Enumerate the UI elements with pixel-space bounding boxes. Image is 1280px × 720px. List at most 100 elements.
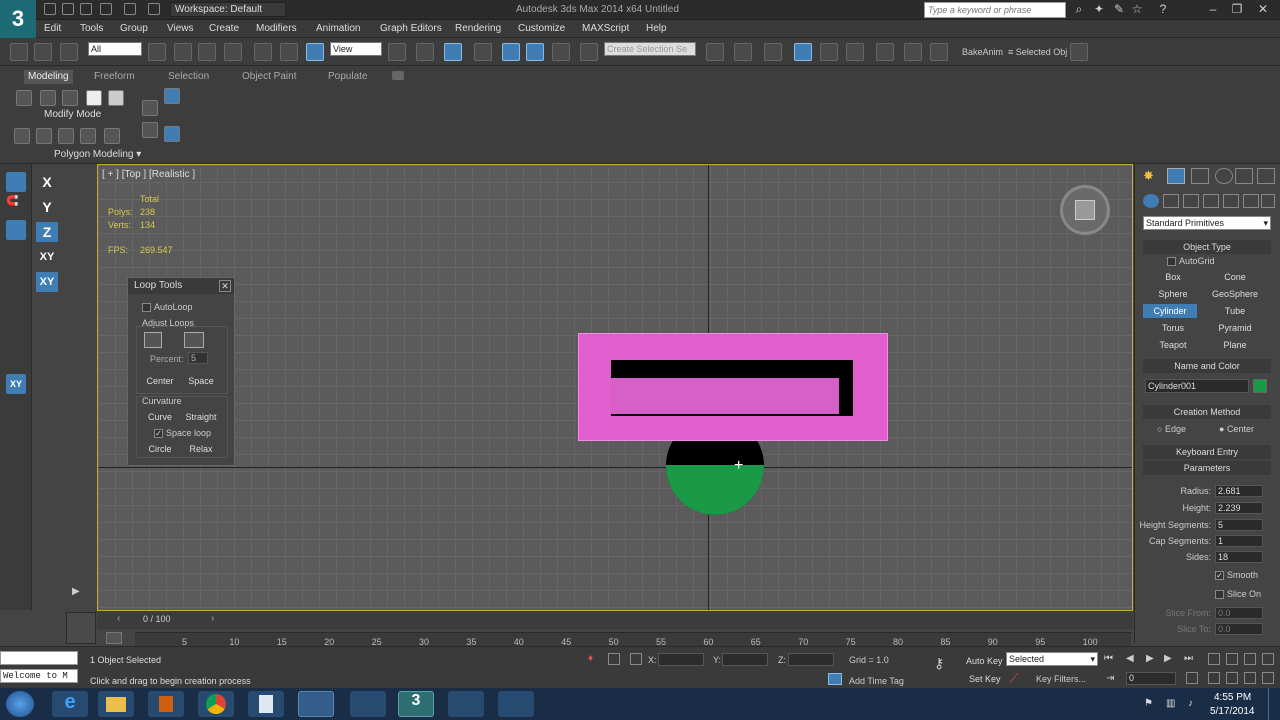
object-color-swatch[interactable] [1253,379,1267,393]
set-key-button[interactable]: Set Key [969,674,1001,684]
object-type-rollout[interactable]: Object Type [1143,240,1271,254]
favorites-star-icon[interactable]: ☆ [1130,2,1144,16]
ribbon-tool-icon[interactable] [58,128,74,144]
play-icon[interactable]: ▶ [1146,653,1160,665]
render-setup-icon[interactable] [904,43,922,61]
checkbox-icon[interactable] [1167,257,1176,267]
pan-icon[interactable] [1226,672,1238,684]
mirror-icon[interactable] [706,43,724,61]
object-name-input[interactable]: Cylinder001 [1145,379,1249,393]
sphere-button[interactable]: Sphere [1143,287,1203,301]
schematic-view-icon[interactable] [846,43,864,61]
edge-radio[interactable]: ○ Edge [1157,424,1186,434]
axis-xy-active-button[interactable]: XY [36,272,58,292]
tab-selection[interactable]: Selection [164,70,213,84]
menu-views[interactable]: Views [167,23,194,34]
rotate-icon[interactable] [280,43,298,61]
communication-icon[interactable]: ✎ [1112,2,1126,16]
ribbon-tool-icon[interactable] [40,90,56,106]
lock-selection-icon[interactable] [608,653,620,665]
loop-lines-icon[interactable] [184,332,204,348]
bind-spacewarp-icon[interactable] [60,43,78,61]
infocenter-binoculars-icon[interactable]: ⌕ [1072,2,1086,16]
show-desktop-button[interactable] [1268,688,1280,720]
ribbon-tool-icon[interactable] [142,100,158,116]
magnet-icon[interactable] [6,324,26,344]
menu-tools[interactable]: Tools [80,23,103,34]
close-icon[interactable]: ✕ [1256,2,1270,16]
cameras-icon[interactable] [1203,194,1219,208]
height-input[interactable]: 2.239 [1215,502,1263,514]
3dsmax-taskbar-icon[interactable]: 3 [398,691,434,717]
key-mode-dropdown[interactable]: Selected ▾ [1006,652,1098,666]
lights-icon[interactable] [1183,194,1199,208]
add-time-tag[interactable]: Add Time Tag [849,676,904,686]
cylinder-button[interactable]: Cylinder [1143,304,1197,318]
ribbon-tool-icon[interactable] [142,122,158,138]
start-button-icon[interactable] [6,691,34,717]
menu-modifiers[interactable]: Modifiers [256,23,297,34]
key-mode-toggle-icon[interactable]: ⇥ [1106,673,1118,685]
align-icon[interactable] [734,43,752,61]
motion-tab-icon[interactable] [1215,168,1233,184]
ribbon-tool-icon[interactable] [108,90,124,106]
help-icon[interactable]: ? [1156,2,1170,16]
time-tag-icon[interactable] [828,673,842,685]
menu-animation[interactable]: Animation [316,23,360,34]
y-coordinate-input[interactable] [722,653,768,666]
percent-input[interactable]: 5 [188,352,208,364]
checkbox-icon[interactable] [142,303,151,313]
utilities-tab-icon[interactable] [1257,168,1275,184]
redo-icon[interactable] [124,3,136,15]
display-tab-icon[interactable] [1235,168,1253,184]
constraint-icon[interactable] [6,220,26,240]
axis-x-button[interactable]: X [36,172,58,192]
ribbon-options-icon[interactable] [392,71,404,80]
parameters-rollout[interactable]: Parameters [1143,461,1271,475]
close-icon[interactable]: ✕ [219,280,231,292]
create-tab-icon[interactable]: ✸ [1143,168,1161,184]
ribbon-tool-icon[interactable] [62,90,78,106]
time-slider[interactable]: 0 / 100 ‹ › [97,611,1133,629]
maxscript-listener-input[interactable]: Welcome to M [0,669,78,683]
magnet-icon[interactable] [6,350,26,370]
network-tray-icon[interactable]: ▥ [1166,698,1178,710]
radius-input[interactable]: 2.681 [1215,485,1263,497]
notepad-icon[interactable] [248,691,284,717]
key-filter-icon[interactable]: ⟋ [1010,671,1024,685]
layer-manager-icon[interactable] [764,43,782,61]
snaps-toggle-icon[interactable] [474,43,492,61]
file-explorer-icon[interactable] [98,691,134,717]
slice-to-input[interactable]: 0.0 [1215,623,1263,635]
ribbon-tool-icon[interactable] [104,128,120,144]
track-bar[interactable]: 5 10 15 20 25 30 35 40 45 50 55 60 65 70 75 80 85 90 95 100 [135,632,1131,647]
primitive-category-dropdown[interactable]: Standard Primitives ▾ [1143,216,1271,230]
viewport-top[interactable]: [ + ] [Top ] [Realistic ] Total Polys: 2… [97,164,1133,611]
ribbon-tool-icon[interactable] [14,128,30,144]
restore-icon[interactable]: ❐ [1230,2,1244,16]
flag-icon[interactable]: ⚑ [1144,698,1156,710]
rectangular-selection-icon[interactable] [198,43,216,61]
current-frame-input[interactable]: 0 [1126,672,1176,685]
graphite-toggle-icon[interactable] [794,43,812,61]
workspace-dropdown[interactable]: Workspace: Default [170,2,286,17]
ribbon-tool-icon[interactable] [36,128,52,144]
center-radio[interactable]: ● Center [1219,424,1254,434]
open-file-icon[interactable] [62,3,74,15]
time-slider-frame[interactable]: 0 / 100 [143,614,171,624]
pyramid-button[interactable]: Pyramid [1205,321,1265,335]
mini-listener-icon[interactable] [66,612,96,644]
menu-rendering[interactable]: Rendering [455,23,501,34]
absolute-mode-icon[interactable] [630,653,642,665]
cap-segments-input[interactable]: 1 [1215,535,1263,547]
center-button[interactable]: Center [144,374,176,388]
time-config-icon[interactable] [1186,672,1198,684]
hierarchy-tab-icon[interactable] [1191,168,1209,184]
geosphere-button[interactable]: GeoSphere [1205,287,1265,301]
viewport-label[interactable]: [ + ] [Top ] [Realistic ] [102,169,195,180]
curve-editor-icon[interactable] [820,43,838,61]
maximize-viewport-icon[interactable] [1262,672,1274,684]
sides-input[interactable]: 18 [1215,551,1263,563]
zoom-extents-all-icon[interactable] [1262,653,1274,665]
go-to-end-icon[interactable]: ⏭ [1184,653,1198,665]
